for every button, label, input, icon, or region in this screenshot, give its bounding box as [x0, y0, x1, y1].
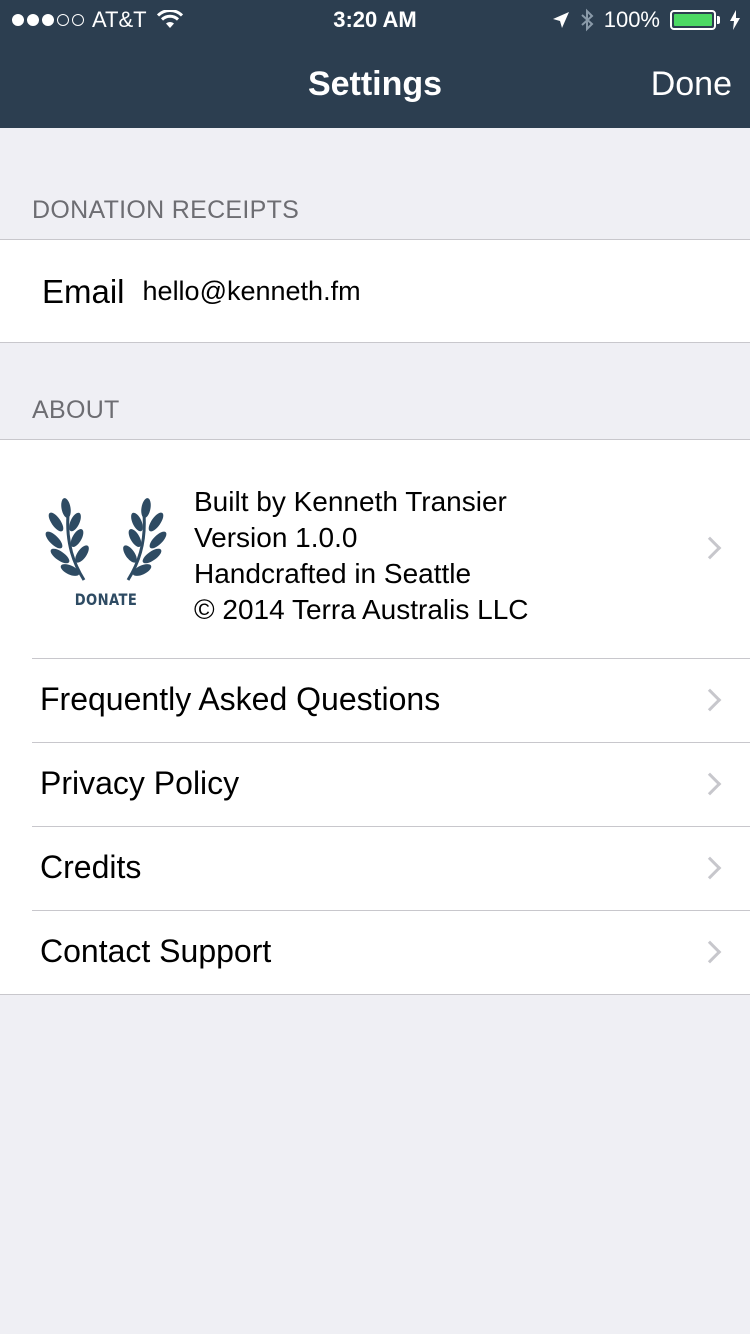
- chevron-right-icon: [698, 688, 722, 712]
- charging-bolt-icon: [730, 10, 740, 30]
- list-item-credits[interactable]: Credits: [0, 827, 750, 911]
- info-line-location: Handcrafted in Seattle: [194, 558, 472, 589]
- battery-icon: [670, 10, 720, 30]
- about-info-text: Built by Kenneth Transier Version 1.0.0 …: [194, 484, 529, 628]
- laurel-wreath-icon: [45, 498, 167, 581]
- page-title: Settings: [307, 65, 443, 103]
- info-line-copyright: © 2014 Terra Australis LLC: [194, 594, 529, 625]
- donation-receipts-group: Email hello@kenneth.fm: [0, 239, 750, 343]
- chevron-right-icon: [698, 940, 722, 964]
- info-line-built-by: Built by Kenneth Transier: [194, 486, 507, 517]
- list-item-faq[interactable]: Frequently Asked Questions: [0, 659, 750, 743]
- chevron-right-icon: [698, 536, 722, 560]
- info-line-version: Version 1.0.0: [194, 522, 358, 553]
- email-field[interactable]: hello@kenneth.fm: [143, 276, 361, 307]
- section-header-about: ABOUT: [32, 396, 120, 424]
- list-item-contact-support[interactable]: Contact Support: [0, 911, 750, 995]
- status-bar: AT&T 3:20 AM 100%: [0, 0, 750, 40]
- email-label: Email: [42, 272, 125, 310]
- list-item-privacy-policy[interactable]: Privacy Policy: [0, 743, 750, 827]
- chevron-right-icon: [698, 772, 722, 796]
- section-header-donation-receipts: DONATION RECEIPTS: [32, 196, 300, 224]
- bluetooth-icon: [581, 8, 594, 32]
- location-arrow-icon: [552, 12, 569, 28]
- list-item-label: Frequently Asked Questions: [40, 681, 441, 717]
- email-row[interactable]: Email hello@kenneth.fm: [0, 240, 750, 343]
- donate-logo[interactable]: DONATE: [44, 494, 168, 614]
- chevron-right-icon: [698, 856, 722, 880]
- list-item-label: Contact Support: [40, 933, 272, 969]
- list-item-label: Credits: [40, 849, 142, 885]
- battery-percent: 100%: [603, 7, 660, 32]
- navigation-bar: AT&T 3:20 AM 100% Settings Done: [0, 0, 750, 128]
- list-item-label: Privacy Policy: [40, 765, 240, 801]
- done-button[interactable]: Done: [651, 60, 732, 108]
- donate-logo-text: DONATE: [74, 590, 138, 609]
